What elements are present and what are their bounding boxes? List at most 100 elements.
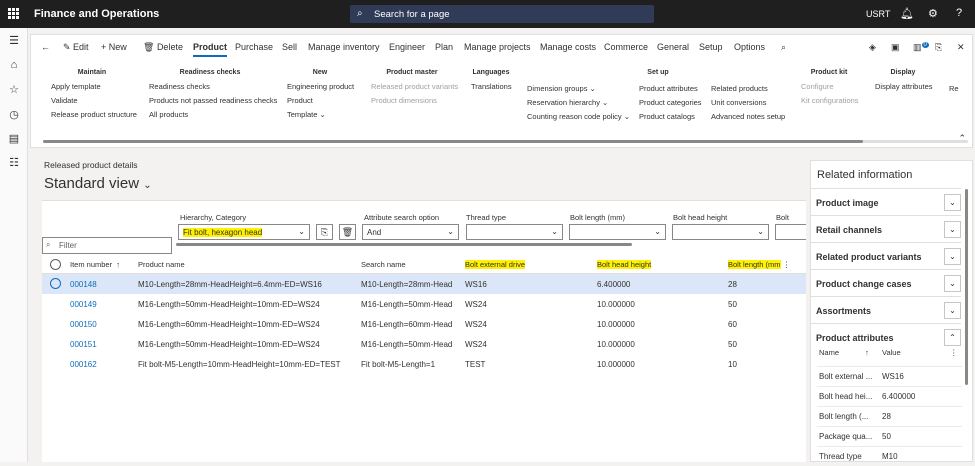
kit-configurations-button[interactable]: Kit configurations (801, 96, 859, 105)
diamond-icon[interactable]: ◈ (869, 42, 876, 53)
bolt-length-dropdown[interactable]: ⌄ (569, 224, 666, 240)
app-launcher-icon[interactable] (8, 8, 19, 19)
product-categories-button[interactable]: Product categories (639, 98, 702, 107)
section-assortments[interactable]: Assortments ⌄ (811, 296, 961, 323)
validate-button[interactable]: Validate (51, 96, 133, 105)
collapse-icon[interactable]: ⌃ (958, 133, 966, 144)
apply-template-button[interactable]: Apply template (51, 82, 133, 91)
gear-icon[interactable]: ⚙ (928, 7, 938, 20)
released-product-variants-button[interactable]: Released product variants (371, 82, 458, 91)
hamburger-icon[interactable]: ☰ (7, 34, 21, 48)
attachment-icon[interactable]: ⎘ (935, 42, 942, 53)
col-bolt-head-height[interactable]: Bolt head height (597, 260, 652, 269)
home-icon[interactable]: ⌂ (7, 59, 21, 73)
counting-reason-button[interactable]: Counting reason code policy ⌄ (527, 112, 630, 121)
advanced-notes-setup-button[interactable]: Advanced notes setup (711, 112, 785, 121)
product-catalogs-button[interactable]: Product catalogs (639, 112, 702, 121)
close-icon[interactable]: ✕ (957, 42, 965, 53)
section-product-image[interactable]: Product image ⌄ (811, 188, 961, 215)
tab-product[interactable]: Product (193, 42, 228, 57)
truncated-dropdown[interactable] (775, 224, 806, 240)
configure-button[interactable]: Configure (801, 82, 857, 91)
company-selector[interactable]: USRT (866, 9, 890, 19)
search-icon[interactable]: ⌕ (781, 42, 786, 53)
tab-general[interactable]: General (657, 42, 689, 52)
dimension-groups-button[interactable]: Dimension groups ⌄ (527, 84, 630, 93)
table-row[interactable]: 000150 M16-Length=60mm-HeadHeight=10mm-E… (42, 314, 806, 334)
col-product-name[interactable]: Product name (138, 260, 185, 269)
item-number-link[interactable]: 000162 (70, 360, 97, 369)
truncated-button[interactable]: Re (949, 84, 963, 93)
item-number-link[interactable]: 000148 (70, 280, 97, 289)
help-icon[interactable]: ? (956, 7, 962, 19)
attr-search-dropdown[interactable]: And ⌄ (362, 224, 459, 240)
col-item-number[interactable]: Item number ↑ (70, 260, 120, 269)
filter-scrollbar[interactable] (176, 243, 632, 246)
new-button[interactable]: + New (101, 42, 127, 52)
section-product-change-cases[interactable]: Product change cases ⌄ (811, 269, 961, 296)
star-icon[interactable]: ☆ (7, 83, 21, 97)
tab-commerce[interactable]: Commerce (604, 42, 648, 52)
col-bolt-external-drive[interactable]: Bolt external drive (465, 260, 526, 269)
section-retail-channels[interactable]: Retail channels ⌄ (811, 215, 961, 242)
more-icon[interactable]: ⋮ (950, 348, 958, 357)
translations-button[interactable]: Translations (471, 82, 512, 91)
tab-plan[interactable]: Plan (435, 42, 453, 52)
attr-row[interactable]: Package qua... 50 (817, 426, 962, 446)
copy-icon[interactable]: ⎘ (316, 224, 333, 240)
section-related-product-variants[interactable]: Related product variants ⌄ (811, 242, 961, 269)
attr-row[interactable]: Bolt length (... 28 (817, 406, 962, 426)
search-input[interactable]: ⌕ Search for a page (350, 5, 654, 23)
table-row[interactable]: 000151 M16-Length=50mm-HeadHeight=10mm-E… (42, 334, 806, 354)
engineering-product-button[interactable]: Engineering product (287, 82, 354, 91)
tab-manage-costs[interactable]: Manage costs (540, 42, 596, 52)
attr-row[interactable]: Bolt head hei... 6.400000 (817, 386, 962, 406)
thread-type-dropdown[interactable]: ⌄ (466, 224, 563, 240)
readiness-checks-button[interactable]: Readiness checks (149, 82, 271, 91)
tab-sell[interactable]: Sell (282, 42, 297, 52)
related-products-button[interactable]: Related products (711, 84, 785, 93)
section-product-attributes[interactable]: Product attributes ⌃ (811, 323, 961, 350)
edit-button[interactable]: ✎ Edit (63, 42, 89, 53)
hierarchy-dropdown[interactable]: Fit bolt, hexagon head ⌄ (178, 224, 310, 240)
item-number-link[interactable]: 000151 (70, 340, 97, 349)
delete-icon[interactable]: 🗑︎ (339, 224, 356, 240)
office-icon[interactable]: ▣ (891, 42, 900, 53)
bolt-head-dropdown[interactable]: ⌄ (672, 224, 769, 240)
filter-input[interactable]: ⌕ Filter (42, 237, 172, 254)
tab-engineer[interactable]: Engineer (389, 42, 425, 52)
view-selector[interactable]: Standard view ⌄ (44, 175, 152, 192)
tab-purchase[interactable]: Purchase (235, 42, 273, 52)
table-row[interactable]: 000148 M10-Length=28mm-HeadHeight=6.4mm-… (42, 274, 806, 294)
table-row[interactable]: 000162 Fit bolt-M5-Length=10mm-HeadHeigh… (42, 354, 806, 374)
attr-col-name[interactable]: Name ↑ (819, 348, 869, 357)
all-products-button[interactable]: All products (149, 110, 271, 119)
attr-col-value[interactable]: Value (882, 348, 901, 357)
display-attributes-button[interactable]: Display attributes (875, 82, 933, 91)
table-row[interactable]: 000149 M16-Length=50mm-HeadHeight=10mm-E… (42, 294, 806, 314)
related-scrollbar[interactable] (965, 189, 968, 385)
workspace-icon[interactable]: ▤ (7, 132, 21, 146)
attr-row[interactable]: Bolt external ... WS16 (817, 366, 962, 386)
notification-icon[interactable]: ▥ 0 (913, 42, 929, 53)
item-number-link[interactable]: 000149 (70, 300, 97, 309)
template-button[interactable]: Template ⌄ (287, 110, 353, 119)
bell-icon[interactable]: 🔔︎ (900, 7, 914, 20)
list-icon[interactable]: ☷ (7, 156, 21, 170)
product-button[interactable]: Product (287, 96, 353, 105)
delete-button[interactable]: 🗑︎ Delete (143, 42, 183, 53)
tab-manage-projects[interactable]: Manage projects (464, 42, 531, 52)
release-product-structure-button[interactable]: Release product structure (51, 110, 137, 119)
unit-conversions-button[interactable]: Unit conversions (711, 98, 785, 107)
tab-setup[interactable]: Setup (699, 42, 723, 52)
select-all-radio[interactable] (50, 259, 61, 270)
col-search-name[interactable]: Search name (361, 260, 406, 269)
col-bolt-length[interactable]: Bolt length (mm ⋮ (728, 260, 790, 269)
attr-row[interactable]: Thread type M10 (817, 446, 962, 466)
product-attributes-button[interactable]: Product attributes (639, 84, 702, 93)
tab-options[interactable]: Options (734, 42, 765, 52)
clock-icon[interactable]: ◷ (7, 108, 21, 122)
reservation-hierarchy-button[interactable]: Reservation hierarchy ⌄ (527, 98, 630, 107)
products-not-passed-button[interactable]: Products not passed readiness checks (149, 96, 277, 105)
ribbon-scrollbar[interactable] (43, 140, 968, 143)
